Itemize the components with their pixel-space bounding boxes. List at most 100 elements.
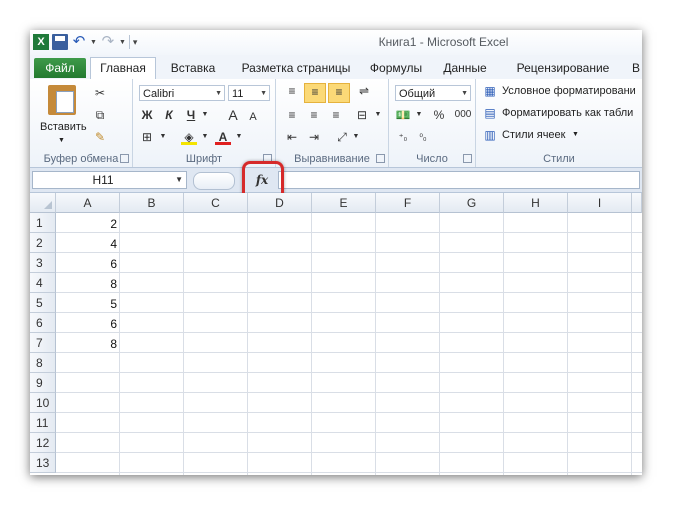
column-header-j[interactable]	[632, 193, 642, 213]
row-header[interactable]: 13	[30, 453, 56, 473]
tab-data[interactable]: Данные	[437, 58, 493, 78]
format-as-table-icon[interactable]: ▤	[482, 105, 498, 121]
tab-view[interactable]: В	[630, 58, 642, 78]
number-launcher-icon[interactable]	[463, 154, 472, 163]
row-header[interactable]: 12	[30, 433, 56, 453]
cell-styles-dropdown-icon[interactable]: ▼	[572, 131, 579, 138]
conditional-formatting-icon[interactable]: ▦	[482, 83, 498, 99]
column-header-a[interactable]: A	[56, 193, 120, 213]
align-top-icon[interactable]: ≡	[284, 83, 300, 99]
decrease-decimal-icon[interactable]: ⁰₀	[415, 129, 431, 145]
percent-button[interactable]: %	[431, 107, 447, 123]
align-right-icon[interactable]: ≡	[328, 107, 344, 123]
decrease-indent-icon[interactable]: ⇤	[284, 129, 300, 145]
format-painter-icon[interactable]: ✎	[92, 129, 108, 145]
grow-font-button[interactable]: A	[225, 107, 241, 123]
bold-button[interactable]: Ж	[139, 107, 155, 123]
wrap-text-icon[interactable]: ⇌	[356, 83, 372, 99]
select-all-button[interactable]	[30, 193, 56, 213]
borders-icon[interactable]: ⊞	[139, 129, 155, 145]
column-header-e[interactable]: E	[312, 193, 376, 213]
row-header[interactable]: 9	[30, 373, 56, 393]
font-color-dropdown-icon[interactable]: ▼	[231, 129, 247, 145]
paste-button[interactable]: Вставить	[40, 121, 87, 133]
formula-input[interactable]	[278, 171, 640, 189]
currency-icon[interactable]: 💵	[395, 107, 411, 123]
conditional-formatting-button[interactable]: Условное форматировани	[502, 85, 636, 97]
row-header[interactable]: 1	[30, 213, 56, 233]
clipboard-launcher-icon[interactable]	[120, 154, 129, 163]
column-header-b[interactable]: B	[120, 193, 184, 213]
row-header[interactable]: 4	[30, 273, 56, 293]
cell-a2[interactable]: 4	[56, 233, 120, 253]
row-header[interactable]: 2	[30, 233, 56, 253]
cell-a3[interactable]: 6	[56, 253, 120, 273]
column-header-h[interactable]: H	[504, 193, 568, 213]
ribbon: Вставить ▼ ✂ ⧉ ✎ Буфер обмена Calibri ▼ 1…	[30, 79, 642, 168]
column-header-i[interactable]: I	[568, 193, 632, 213]
increase-decimal-icon[interactable]: ⁺₀	[395, 129, 411, 145]
align-center-icon[interactable]: ≡	[306, 107, 322, 123]
increase-indent-icon[interactable]: ⇥	[306, 129, 322, 145]
number-format-combo[interactable]: Общий ▼	[395, 85, 471, 101]
column-header-d[interactable]: D	[248, 193, 312, 213]
column-header-f[interactable]: F	[376, 193, 440, 213]
fill-color-dropdown-icon[interactable]: ▼	[197, 129, 213, 145]
cell-a4[interactable]: 8	[56, 273, 120, 293]
cell-a6[interactable]: 6	[56, 313, 120, 333]
cell-a5[interactable]: 5	[56, 293, 120, 313]
underline-dropdown-icon[interactable]: ▼	[197, 107, 213, 123]
thousands-button[interactable]: 000	[453, 107, 473, 123]
borders-dropdown-icon[interactable]: ▼	[155, 129, 171, 145]
font-family-combo[interactable]: Calibri ▼	[139, 85, 225, 101]
cell-styles-icon[interactable]: ▥	[482, 127, 498, 143]
cell-a1[interactable]: 2	[56, 213, 120, 233]
shrink-font-button[interactable]: A	[245, 109, 261, 125]
styles-group-label: Стили	[543, 153, 575, 165]
clipboard-group: Вставить ▼ ✂ ⧉ ✎ Буфер обмена	[30, 79, 133, 167]
align-left-icon[interactable]: ≡	[284, 107, 300, 123]
merge-center-icon[interactable]: ⊟	[354, 107, 370, 123]
fill-color-icon[interactable]: ◈	[181, 129, 197, 145]
orientation-dropdown-icon[interactable]: ▼	[348, 129, 364, 145]
tab-page-layout[interactable]: Разметка страницы	[234, 58, 358, 78]
merge-dropdown-icon[interactable]: ▼	[370, 107, 386, 123]
row-header[interactable]: 7	[30, 333, 56, 353]
tab-insert[interactable]: Вставка	[162, 58, 224, 78]
tab-review[interactable]: Рецензирование	[508, 58, 618, 78]
column-header-c[interactable]: C	[184, 193, 248, 213]
row-header[interactable]: 11	[30, 413, 56, 433]
row-header[interactable]: 6	[30, 313, 56, 333]
chevron-down-icon: ▼	[215, 90, 222, 97]
copy-icon[interactable]: ⧉	[92, 107, 108, 123]
cut-icon[interactable]: ✂	[92, 85, 108, 101]
row-header[interactable]: 10	[30, 393, 56, 413]
cell-a7[interactable]: 8	[56, 333, 120, 353]
tab-file[interactable]: Файл	[34, 58, 86, 78]
excel-window: X ↶ ▼ ↷ ▼ ▾ Книга1 - Microsoft Excel Фай…	[30, 30, 642, 475]
align-middle-icon[interactable]: ≡	[304, 83, 326, 103]
column-header-g[interactable]: G	[440, 193, 504, 213]
cell-area[interactable]	[56, 213, 642, 475]
font-size-combo[interactable]: 11 ▼	[228, 85, 270, 101]
format-as-table-button[interactable]: Форматировать как табли	[502, 107, 633, 119]
tab-home[interactable]: Главная	[90, 57, 156, 80]
row-header[interactable]: 8	[30, 353, 56, 373]
currency-dropdown-icon[interactable]: ▼	[411, 107, 427, 123]
font-family-value: Calibri	[143, 88, 175, 100]
alignment-group: ≡ ≡ ≡ ⇌ ≡ ≡ ≡ ⊟ ▼ ⇤ ⇥ ⤢ ▼ Выравнивание	[276, 79, 389, 167]
tab-formulas[interactable]: Формулы	[365, 58, 427, 78]
alignment-launcher-icon[interactable]	[376, 154, 385, 163]
paste-dropdown-icon[interactable]: ▼	[58, 137, 65, 144]
font-group: Calibri ▼ 11 ▼ Ж К Ч ▼ A A ⊞ ▼ ◈ ▼ A ▼ Шри…	[133, 79, 276, 167]
cell-styles-button[interactable]: Стили ячеек	[502, 129, 565, 141]
italic-button[interactable]: К	[161, 107, 177, 123]
font-color-icon[interactable]: A	[215, 129, 231, 145]
name-box[interactable]: H11 ▼	[32, 171, 187, 189]
align-bottom-icon[interactable]: ≡	[328, 83, 350, 103]
row-header[interactable]: 3	[30, 253, 56, 273]
paste-icon[interactable]	[48, 85, 76, 115]
row-header[interactable]: 5	[30, 293, 56, 313]
chevron-down-icon[interactable]: ▼	[175, 172, 183, 188]
formula-bar-handle	[193, 172, 235, 190]
